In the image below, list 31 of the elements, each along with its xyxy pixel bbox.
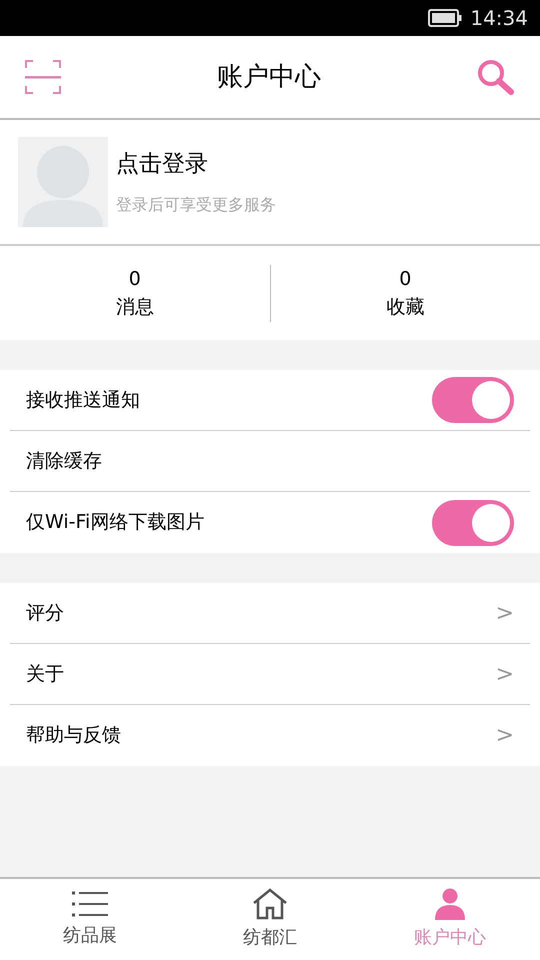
stat-count: 0 <box>399 266 412 292</box>
toggle-switch[interactable] <box>432 377 514 423</box>
tab-item[interactable]: 纺品展 <box>0 879 180 960</box>
menu-label: 帮助与反馈 <box>26 723 121 748</box>
menu-label: 评分 <box>26 600 64 626</box>
avatar-icon <box>18 137 108 227</box>
menu-item[interactable]: 关于 > <box>10 644 530 705</box>
chevron-text: > <box>496 722 514 750</box>
battery-icon <box>428 9 462 27</box>
login-subtitle: 登录后可享受更多服务 <box>116 194 276 216</box>
search-button[interactable] <box>476 57 516 97</box>
menu-item[interactable]: 评分 > <box>10 583 530 644</box>
stat-label[interactable]: 消息 <box>116 293 154 322</box>
setting-label: 接收推送通知 <box>26 388 140 413</box>
chevron-text: > <box>496 660 514 688</box>
toggle-switch[interactable] <box>432 500 514 546</box>
menu-label: 关于 <box>26 662 64 687</box>
profile-card[interactable]: 点击登录 登录后可享受更多服务 <box>0 120 540 246</box>
search-icon <box>477 59 515 95</box>
menu-item[interactable]: 帮助与反馈 > <box>10 705 530 766</box>
setting-label: 仅Wi-Fi网络下载图片 <box>26 510 204 536</box>
chevron-text: > <box>496 600 514 628</box>
stat-label[interactable]: 收藏 <box>386 293 424 322</box>
scan-button[interactable] <box>24 59 62 95</box>
tab-item[interactable]: 纺都汇 <box>180 879 360 960</box>
window-title: 账户中心 <box>217 60 321 94</box>
login-title: 点击登录 <box>116 150 209 179</box>
setting-label[interactable]: 清除缓存 <box>26 446 102 476</box>
scan-icon <box>25 60 61 94</box>
status-time: 14:34 <box>470 5 528 32</box>
stat-count: 0 <box>128 266 141 292</box>
